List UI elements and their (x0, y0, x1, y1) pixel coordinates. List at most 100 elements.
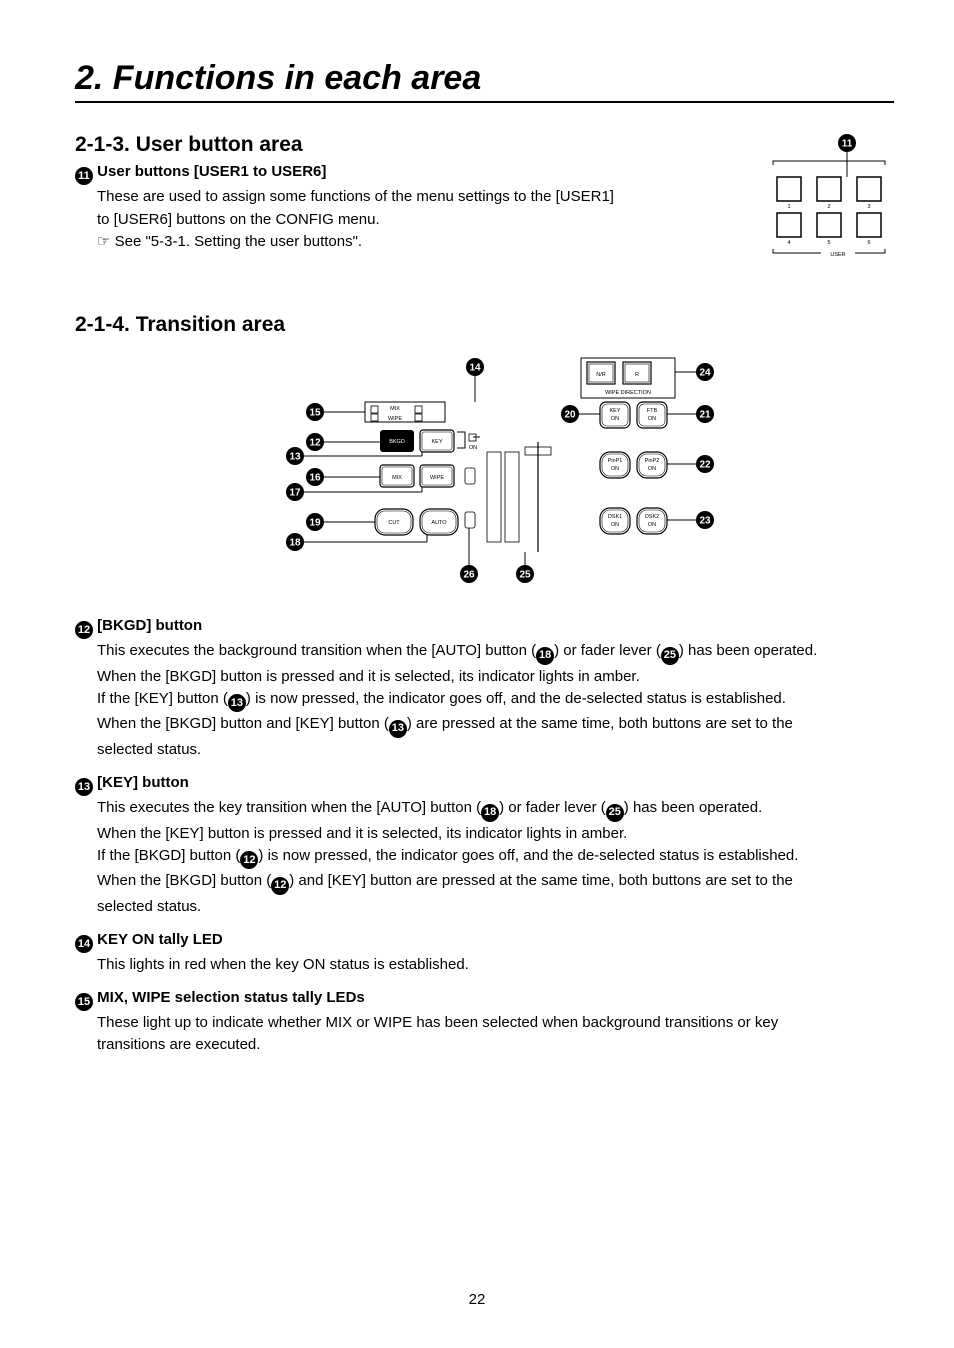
svg-text:19: 19 (309, 518, 321, 529)
item-11-line-3: ☞ See "5-3-1. Setting the user buttons". (97, 232, 735, 252)
svg-text:12: 12 (309, 438, 321, 449)
svg-text:AUTO: AUTO (431, 520, 447, 526)
callout-13-icon: 13 (75, 778, 93, 796)
user-key-5: 5 (817, 213, 841, 246)
item-13-line-5: selected status. (97, 897, 894, 917)
svg-text:15: 15 (309, 408, 321, 419)
chapter-title: 2. Functions in each area (75, 60, 894, 97)
item-11-see-ref: See "5-3-1. Setting the user buttons". (115, 233, 362, 250)
item-14-line-1: This lights in red when the key ON statu… (97, 955, 894, 975)
item-13-line-4: When the [BKGD] button (12) and [KEY] bu… (97, 871, 894, 894)
ref-13b-icon: 13 (389, 720, 407, 738)
svg-text:26: 26 (463, 570, 475, 581)
svg-text:2: 2 (827, 204, 830, 210)
item-15-heading: 15 MIX, WIPE selection status tally LEDs (75, 989, 894, 1011)
ref-25-icon: 25 (661, 647, 679, 665)
svg-text:13: 13 (289, 452, 301, 463)
svg-text:WIPE: WIPE (387, 416, 401, 422)
item-11-heading: 11 User buttons [USER1 to USER6] (75, 163, 735, 185)
item-11-line-1: These are used to assign some functions … (97, 187, 735, 207)
svg-text:1: 1 (787, 204, 790, 210)
svg-text:23: 23 (699, 516, 711, 527)
svg-text:17: 17 (289, 488, 301, 499)
svg-text:5: 5 (827, 240, 830, 246)
svg-text:KEY: KEY (431, 439, 442, 445)
svg-text:20: 20 (564, 410, 576, 421)
user-key-4: 4 (777, 213, 801, 246)
svg-text:DSK2: DSK2 (644, 514, 658, 520)
svg-text:WIPE DIRECTION: WIPE DIRECTION (605, 390, 651, 396)
svg-text:ON: ON (647, 522, 655, 528)
item-11-title: User buttons [USER1 to USER6] (97, 163, 326, 180)
ref-18b-icon: 18 (481, 804, 499, 822)
svg-text:N/R: N/R (596, 372, 606, 378)
item-13-line-1: This executes the key transition when th… (97, 798, 894, 821)
ref-25b-icon: 25 (606, 804, 624, 822)
svg-text:21: 21 (699, 410, 711, 421)
item-12-line-2: When the [BKGD] button is pressed and it… (97, 667, 894, 687)
svg-text:6: 6 (867, 240, 870, 246)
callout-12-icon: 12 (75, 621, 93, 639)
item-14-heading: 14 KEY ON tally LED (75, 931, 894, 953)
svg-text:ON: ON (610, 416, 618, 422)
item-12-line-1: This executes the background transition … (97, 641, 894, 664)
user-key-6: 6 (857, 213, 881, 246)
svg-text:PinP1: PinP1 (607, 458, 622, 464)
item-14-title: KEY ON tally LED (97, 931, 223, 948)
svg-text:ON: ON (610, 466, 618, 472)
item-12-title: [BKGD] button (97, 617, 202, 634)
svg-text:16: 16 (309, 473, 321, 484)
item-12-line-4: When the [BKGD] button and [KEY] button … (97, 714, 894, 737)
item-13-heading: 13 [KEY] button (75, 774, 894, 796)
user-key-2: 2 (817, 177, 841, 210)
item-13-line-2: When the [KEY] button is pressed and it … (97, 824, 894, 844)
item-15-line-2: transitions are executed. (97, 1035, 894, 1055)
svg-text:DSK1: DSK1 (607, 514, 621, 520)
svg-text:4: 4 (787, 240, 790, 246)
ref-12b-icon: 12 (271, 877, 289, 895)
item-13-title: [KEY] button (97, 774, 189, 791)
svg-text:ON: ON (468, 445, 476, 451)
svg-text:22: 22 (699, 460, 711, 471)
section-213-title: 2-1-3. User button area (75, 133, 735, 157)
svg-text:ON: ON (647, 416, 655, 422)
ref-12-icon: 12 (240, 851, 258, 869)
callout-14-icon: 14 (75, 935, 93, 953)
svg-text:KEY: KEY (609, 408, 620, 414)
section-214-title: 2-1-4. Transition area (75, 313, 894, 337)
page-number: 22 (0, 1291, 954, 1308)
svg-text:18: 18 (289, 538, 301, 549)
item-11-line-2: to [USER6] buttons on the CONFIG menu. (97, 210, 735, 230)
item-12-line-3: If the [KEY] button (13) is now pressed,… (97, 689, 894, 712)
callout-15-icon: 15 (75, 993, 93, 1011)
svg-text:FTB: FTB (646, 408, 657, 414)
user-key-1: 1 (777, 177, 801, 210)
svg-text:25: 25 (519, 570, 531, 581)
svg-text:24: 24 (699, 368, 711, 379)
transition-area-diagram: 14 N/R R WIPE DIRECTION 24 15 MIX (75, 352, 894, 592)
callout-11-diagram-label: 11 (842, 139, 853, 150)
item-13-line-3: If the [BKGD] button (12) is now pressed… (97, 846, 894, 869)
svg-text:BKGD: BKGD (389, 439, 405, 445)
item-15-title: MIX, WIPE selection status tally LEDs (97, 989, 365, 1006)
hand-icon: ☞ (97, 233, 110, 250)
ref-13-icon: 13 (228, 694, 246, 712)
svg-text:MIX: MIX (392, 475, 402, 481)
svg-text:WIPE: WIPE (429, 475, 443, 481)
ref-18-icon: 18 (536, 647, 554, 665)
user-group-label: USER (830, 252, 845, 258)
item-12-heading: 12 [BKGD] button (75, 617, 894, 639)
item-12-line-5: selected status. (97, 740, 894, 760)
svg-text:ON: ON (610, 522, 618, 528)
user-pad-diagram: 11 1 2 3 (755, 133, 890, 263)
svg-text:ON: ON (647, 466, 655, 472)
chapter-rule (75, 101, 894, 103)
svg-text:CUT: CUT (388, 520, 400, 526)
svg-text:PinP2: PinP2 (644, 458, 659, 464)
svg-text:14: 14 (469, 363, 481, 374)
svg-text:MIX: MIX (390, 406, 400, 412)
item-15-line-1: These light up to indicate whether MIX o… (97, 1013, 894, 1033)
callout-11-icon: 11 (75, 167, 93, 185)
user-key-3: 3 (857, 177, 881, 210)
svg-text:3: 3 (867, 204, 870, 210)
